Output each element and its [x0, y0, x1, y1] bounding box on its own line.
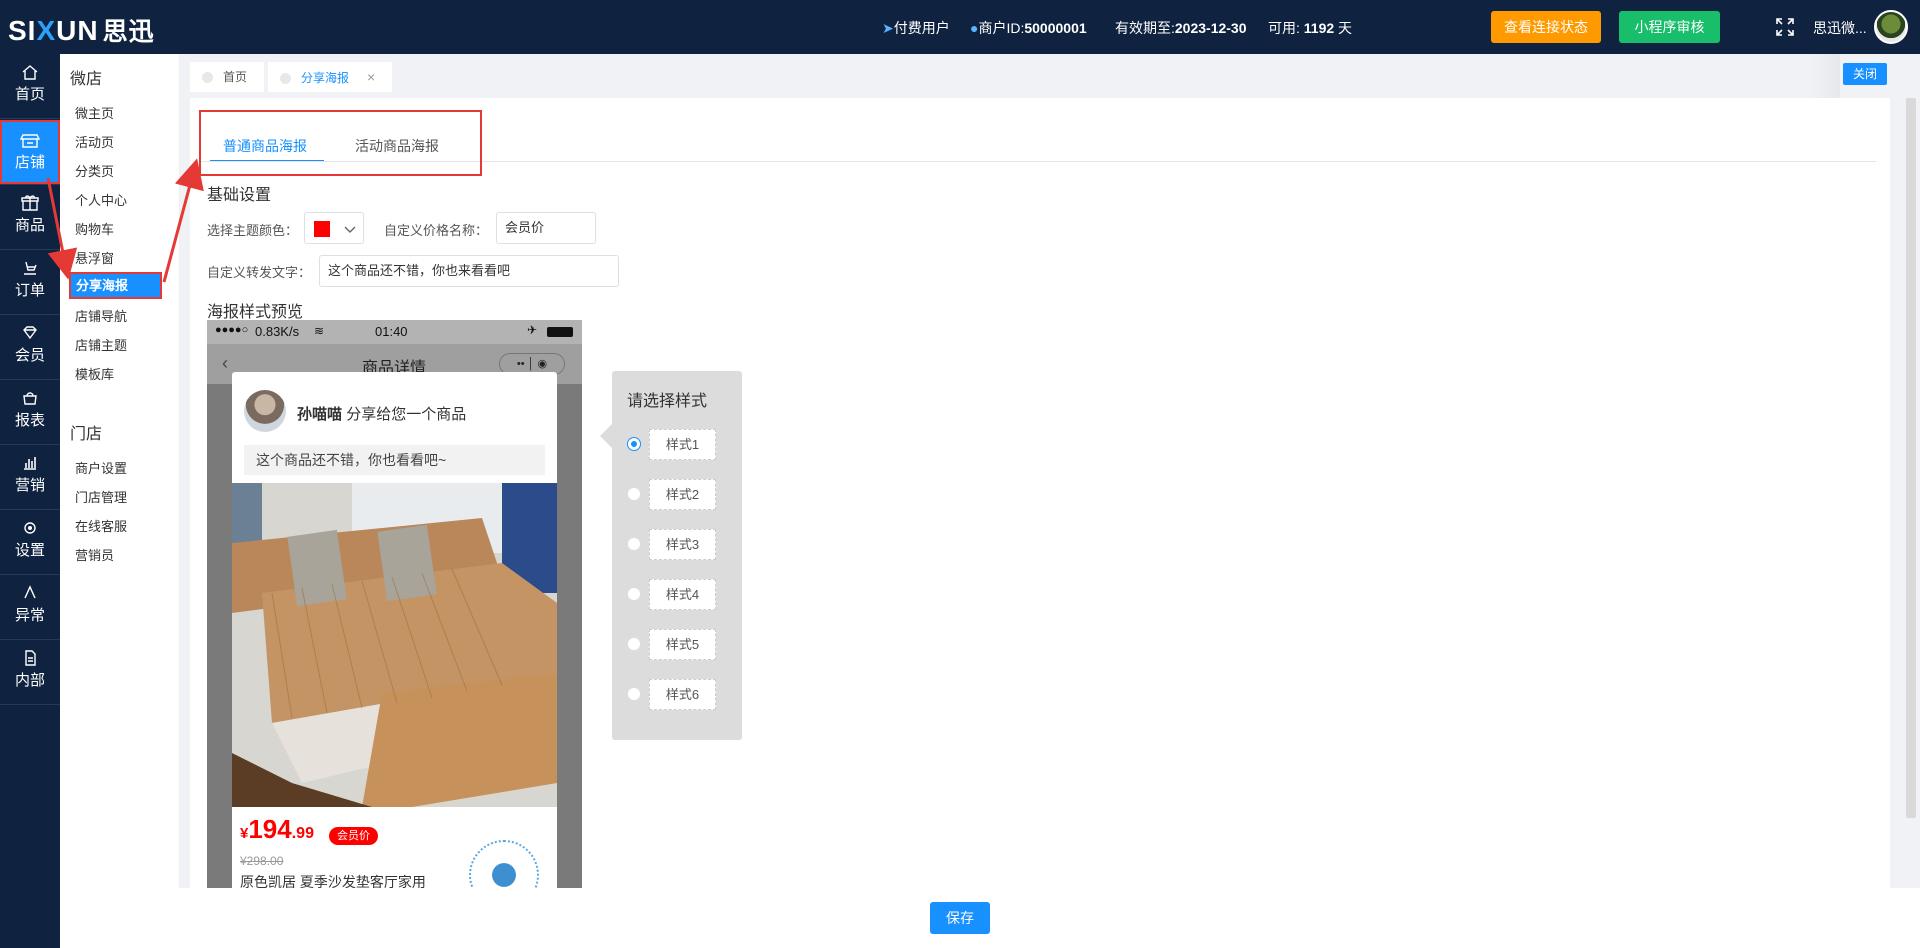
annotation-arrows [46, 158, 204, 283]
